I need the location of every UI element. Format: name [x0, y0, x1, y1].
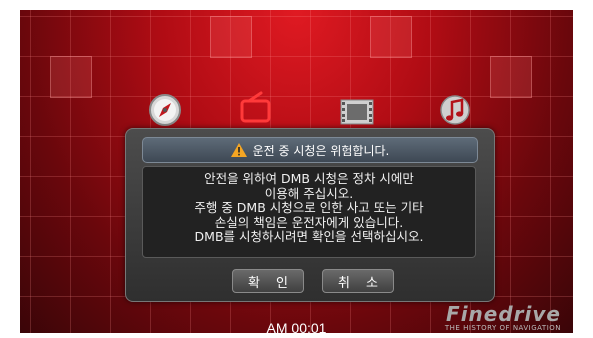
confirm-button[interactable]: 확 인: [232, 269, 304, 293]
brand-logo: Finedrive THE HISTORY OF NAVIGATION: [445, 302, 561, 332]
grid-highlight: [50, 56, 92, 98]
message-line: 손실의 책임은 운전자에게 있습니다.: [214, 214, 404, 230]
dialog-header: 운전 중 시청은 위험합니다.: [142, 137, 478, 163]
compass-icon[interactable]: [145, 90, 185, 130]
grid-highlight: [490, 56, 532, 98]
message-line: 이용해 주십시오.: [264, 185, 354, 201]
dialog-message: 안전을 위하여 DMB 시청은 정차 시에만 이용해 주십시오. 주행 중 DM…: [142, 166, 476, 258]
brand-tagline: THE HISTORY OF NAVIGATION: [444, 324, 561, 332]
warning-icon: [230, 143, 247, 157]
cancel-button[interactable]: 취 소: [322, 269, 394, 293]
grid-highlight: [210, 16, 252, 58]
dialog-title: 운전 중 시청은 위험합니다.: [252, 143, 390, 158]
brand-name: Finedrive: [446, 302, 561, 326]
message-line: 주행 중 DMB 시청으로 인한 사고 또는 기타: [194, 200, 424, 215]
warning-dialog: 운전 중 시청은 위험합니다. 안전을 위하여 DMB 시청은 정차 시에만 이…: [125, 128, 495, 302]
message-line: 안전을 위하여 DMB 시청은 정차 시에만: [204, 171, 414, 186]
tv-icon[interactable]: [235, 88, 275, 128]
grid-highlight: [370, 16, 412, 58]
music-note-icon[interactable]: [433, 90, 473, 130]
film-icon[interactable]: [337, 92, 377, 132]
screen: 운전 중 시청은 위험합니다. 안전을 위하여 DMB 시청은 정차 시에만 이…: [20, 10, 573, 333]
message-line: DMB를 시청하시려면 확인을 선택하십시오.: [194, 229, 424, 244]
